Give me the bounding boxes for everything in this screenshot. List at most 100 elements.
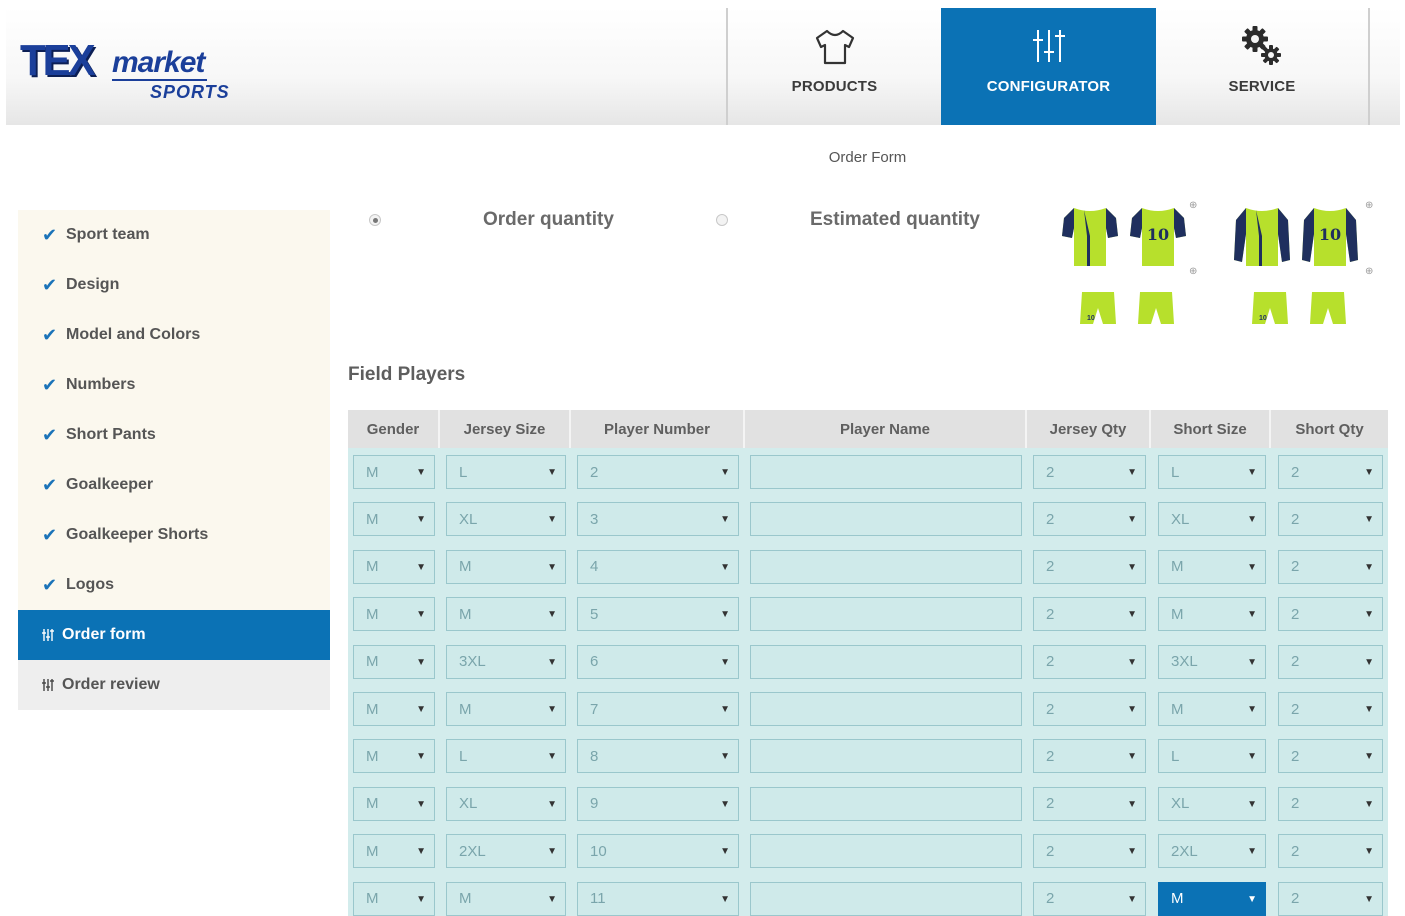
nav-configurator[interactable]: CONFIGURATOR (941, 8, 1156, 125)
order-quantity-radio[interactable] (369, 214, 381, 226)
jersey-size-select[interactable]: 3XL ▼ (446, 644, 566, 679)
short-size-select[interactable]: L ▼ (1158, 455, 1266, 489)
gender-select[interactable]: M ▼ (353, 834, 435, 869)
sidebar-item-goalkeeper[interactable]: ✔ Goalkeeper (18, 460, 330, 510)
short-size-select[interactable]: XL ▼ (1158, 502, 1266, 537)
sidebar-item-short-pants[interactable]: ✔ Short Pants (18, 410, 330, 460)
kit-preview-long-sleeve[interactable]: 10 10 ⊕ ⊕ (1232, 200, 1382, 340)
jersey-qty-select[interactable]: 2 ▼ (1033, 597, 1146, 632)
jersey-size-select[interactable]: M ▼ (446, 597, 566, 632)
short-size-select[interactable]: L ▼ (1158, 739, 1266, 774)
zoom-icon[interactable]: ⊕ (1189, 266, 1197, 277)
jersey-size-select[interactable]: XL ▼ (446, 502, 566, 537)
column-header[interactable]: Gender (348, 410, 440, 448)
order-quantity-label[interactable]: Order quantity (483, 209, 614, 231)
player-number-select[interactable]: 5 ▼ (577, 597, 739, 632)
texmarket-sports-logo[interactable]: TEX market SPORTS (20, 36, 240, 106)
short-qty-select[interactable]: 2 ▼ (1278, 502, 1383, 537)
short-qty-select[interactable]: 2 ▼ (1278, 549, 1383, 584)
gender-select[interactable]: M ▼ (353, 644, 435, 679)
column-header[interactable]: Jersey Qty (1027, 410, 1151, 448)
player-name-input[interactable] (750, 881, 1022, 916)
short-qty-select[interactable]: 2 ▼ (1278, 881, 1383, 916)
player-number-select[interactable]: 7 ▼ (577, 692, 739, 726)
sidebar-item-order-form[interactable]: Order form (18, 610, 330, 660)
short-qty-select[interactable]: 2 ▼ (1278, 692, 1383, 726)
player-number-select[interactable]: 8 ▼ (577, 739, 739, 774)
short-size-select[interactable]: M ▼ (1158, 597, 1266, 632)
jersey-size-select[interactable]: 2XL ▼ (446, 834, 566, 869)
player-name-input[interactable] (750, 692, 1022, 726)
jersey-size-select[interactable]: L ▼ (446, 455, 566, 489)
gender-select[interactable]: M ▼ (353, 881, 435, 916)
player-name-input[interactable] (750, 786, 1022, 821)
short-size-select[interactable]: 2XL ▼ (1158, 834, 1266, 869)
sidebar-item-order-review[interactable]: Order review (18, 660, 330, 710)
short-qty-select[interactable]: 2 ▼ (1278, 597, 1383, 632)
sidebar-item-design[interactable]: ✔ Design (18, 260, 330, 310)
gender-select[interactable]: M ▼ (353, 502, 435, 537)
short-qty-select[interactable]: 2 ▼ (1278, 834, 1383, 869)
short-qty-select[interactable]: 2 ▼ (1278, 455, 1383, 489)
player-name-input[interactable] (750, 455, 1022, 489)
jersey-qty-select[interactable]: 2 ▼ (1033, 455, 1146, 489)
sidebar-item-logos[interactable]: ✔ Logos (18, 560, 330, 610)
sidebar-item-sport-team[interactable]: ✔ Sport team (18, 210, 330, 260)
player-name-input[interactable] (750, 644, 1022, 679)
player-number-select[interactable]: 3 ▼ (577, 502, 739, 537)
short-size-select[interactable]: M ▼ (1158, 881, 1266, 916)
nav-products[interactable]: PRODUCTS (728, 8, 941, 125)
player-number-select[interactable]: 11 ▼ (577, 881, 739, 916)
jersey-qty-select[interactable]: 2 ▼ (1033, 549, 1146, 584)
jersey-qty-select[interactable]: 2 ▼ (1033, 644, 1146, 679)
gender-select[interactable]: M ▼ (353, 549, 435, 584)
player-name-input[interactable] (750, 549, 1022, 584)
player-number-select[interactable]: 4 ▼ (577, 549, 739, 584)
short-qty-select[interactable]: 2 ▼ (1278, 739, 1383, 774)
column-header[interactable]: Player Number (571, 410, 745, 448)
gender-select[interactable]: M ▼ (353, 739, 435, 774)
gender-select[interactable]: M ▼ (353, 786, 435, 821)
short-size-select[interactable]: M ▼ (1158, 692, 1266, 726)
player-number-select[interactable]: 2 ▼ (577, 455, 739, 489)
column-header[interactable]: Jersey Size (440, 410, 571, 448)
short-qty-select[interactable]: 2 ▼ (1278, 786, 1383, 821)
short-size-select[interactable]: XL ▼ (1158, 786, 1266, 821)
sidebar-item-goalkeeper-shorts[interactable]: ✔ Goalkeeper Shorts (18, 510, 330, 560)
column-header[interactable]: Short Qty (1271, 410, 1388, 448)
player-name-input[interactable] (750, 597, 1022, 632)
column-header[interactable]: Short Size (1151, 410, 1271, 448)
short-size-select[interactable]: M ▼ (1158, 549, 1266, 584)
jersey-size-select[interactable]: M ▼ (446, 881, 566, 916)
nav-service[interactable]: SERVICE (1156, 8, 1368, 125)
gender-select[interactable]: M ▼ (353, 455, 435, 489)
kit-preview-short-sleeve[interactable]: 10 10 ⊕ ⊕ (1060, 200, 1210, 340)
jersey-size-select[interactable]: XL ▼ (446, 786, 566, 821)
player-name-input[interactable] (750, 502, 1022, 537)
gender-select[interactable]: M ▼ (353, 597, 435, 632)
player-number-select[interactable]: 6 ▼ (577, 644, 739, 679)
jersey-qty-select[interactable]: 2 ▼ (1033, 881, 1146, 916)
jersey-qty-select[interactable]: 2 ▼ (1033, 834, 1146, 869)
jersey-size-select[interactable]: L ▼ (446, 739, 566, 774)
column-header[interactable]: Player Name (745, 410, 1027, 448)
zoom-icon[interactable]: ⊕ (1365, 266, 1373, 277)
short-qty-select[interactable]: 2 ▼ (1278, 644, 1383, 679)
jersey-qty-select[interactable]: 2 ▼ (1033, 502, 1146, 537)
estimated-quantity-label[interactable]: Estimated quantity (810, 209, 980, 231)
player-name-input[interactable] (750, 739, 1022, 774)
jersey-qty-select[interactable]: 2 ▼ (1033, 786, 1146, 821)
short-size-select[interactable]: 3XL ▼ (1158, 644, 1266, 679)
sidebar-item-model-colors[interactable]: ✔ Model and Colors (18, 310, 330, 360)
zoom-icon[interactable]: ⊕ (1365, 200, 1373, 211)
player-number-select[interactable]: 9 ▼ (577, 786, 739, 821)
jersey-size-select[interactable]: M ▼ (446, 692, 566, 726)
jersey-qty-select[interactable]: 2 ▼ (1033, 692, 1146, 726)
zoom-icon[interactable]: ⊕ (1189, 200, 1197, 211)
jersey-size-select[interactable]: M ▼ (446, 549, 566, 584)
jersey-qty-select[interactable]: 2 ▼ (1033, 739, 1146, 774)
player-number-select[interactable]: 10 ▼ (577, 834, 739, 869)
estimated-quantity-radio[interactable] (716, 214, 728, 226)
player-name-input[interactable] (750, 834, 1022, 869)
sidebar-item-numbers[interactable]: ✔ Numbers (18, 360, 330, 410)
